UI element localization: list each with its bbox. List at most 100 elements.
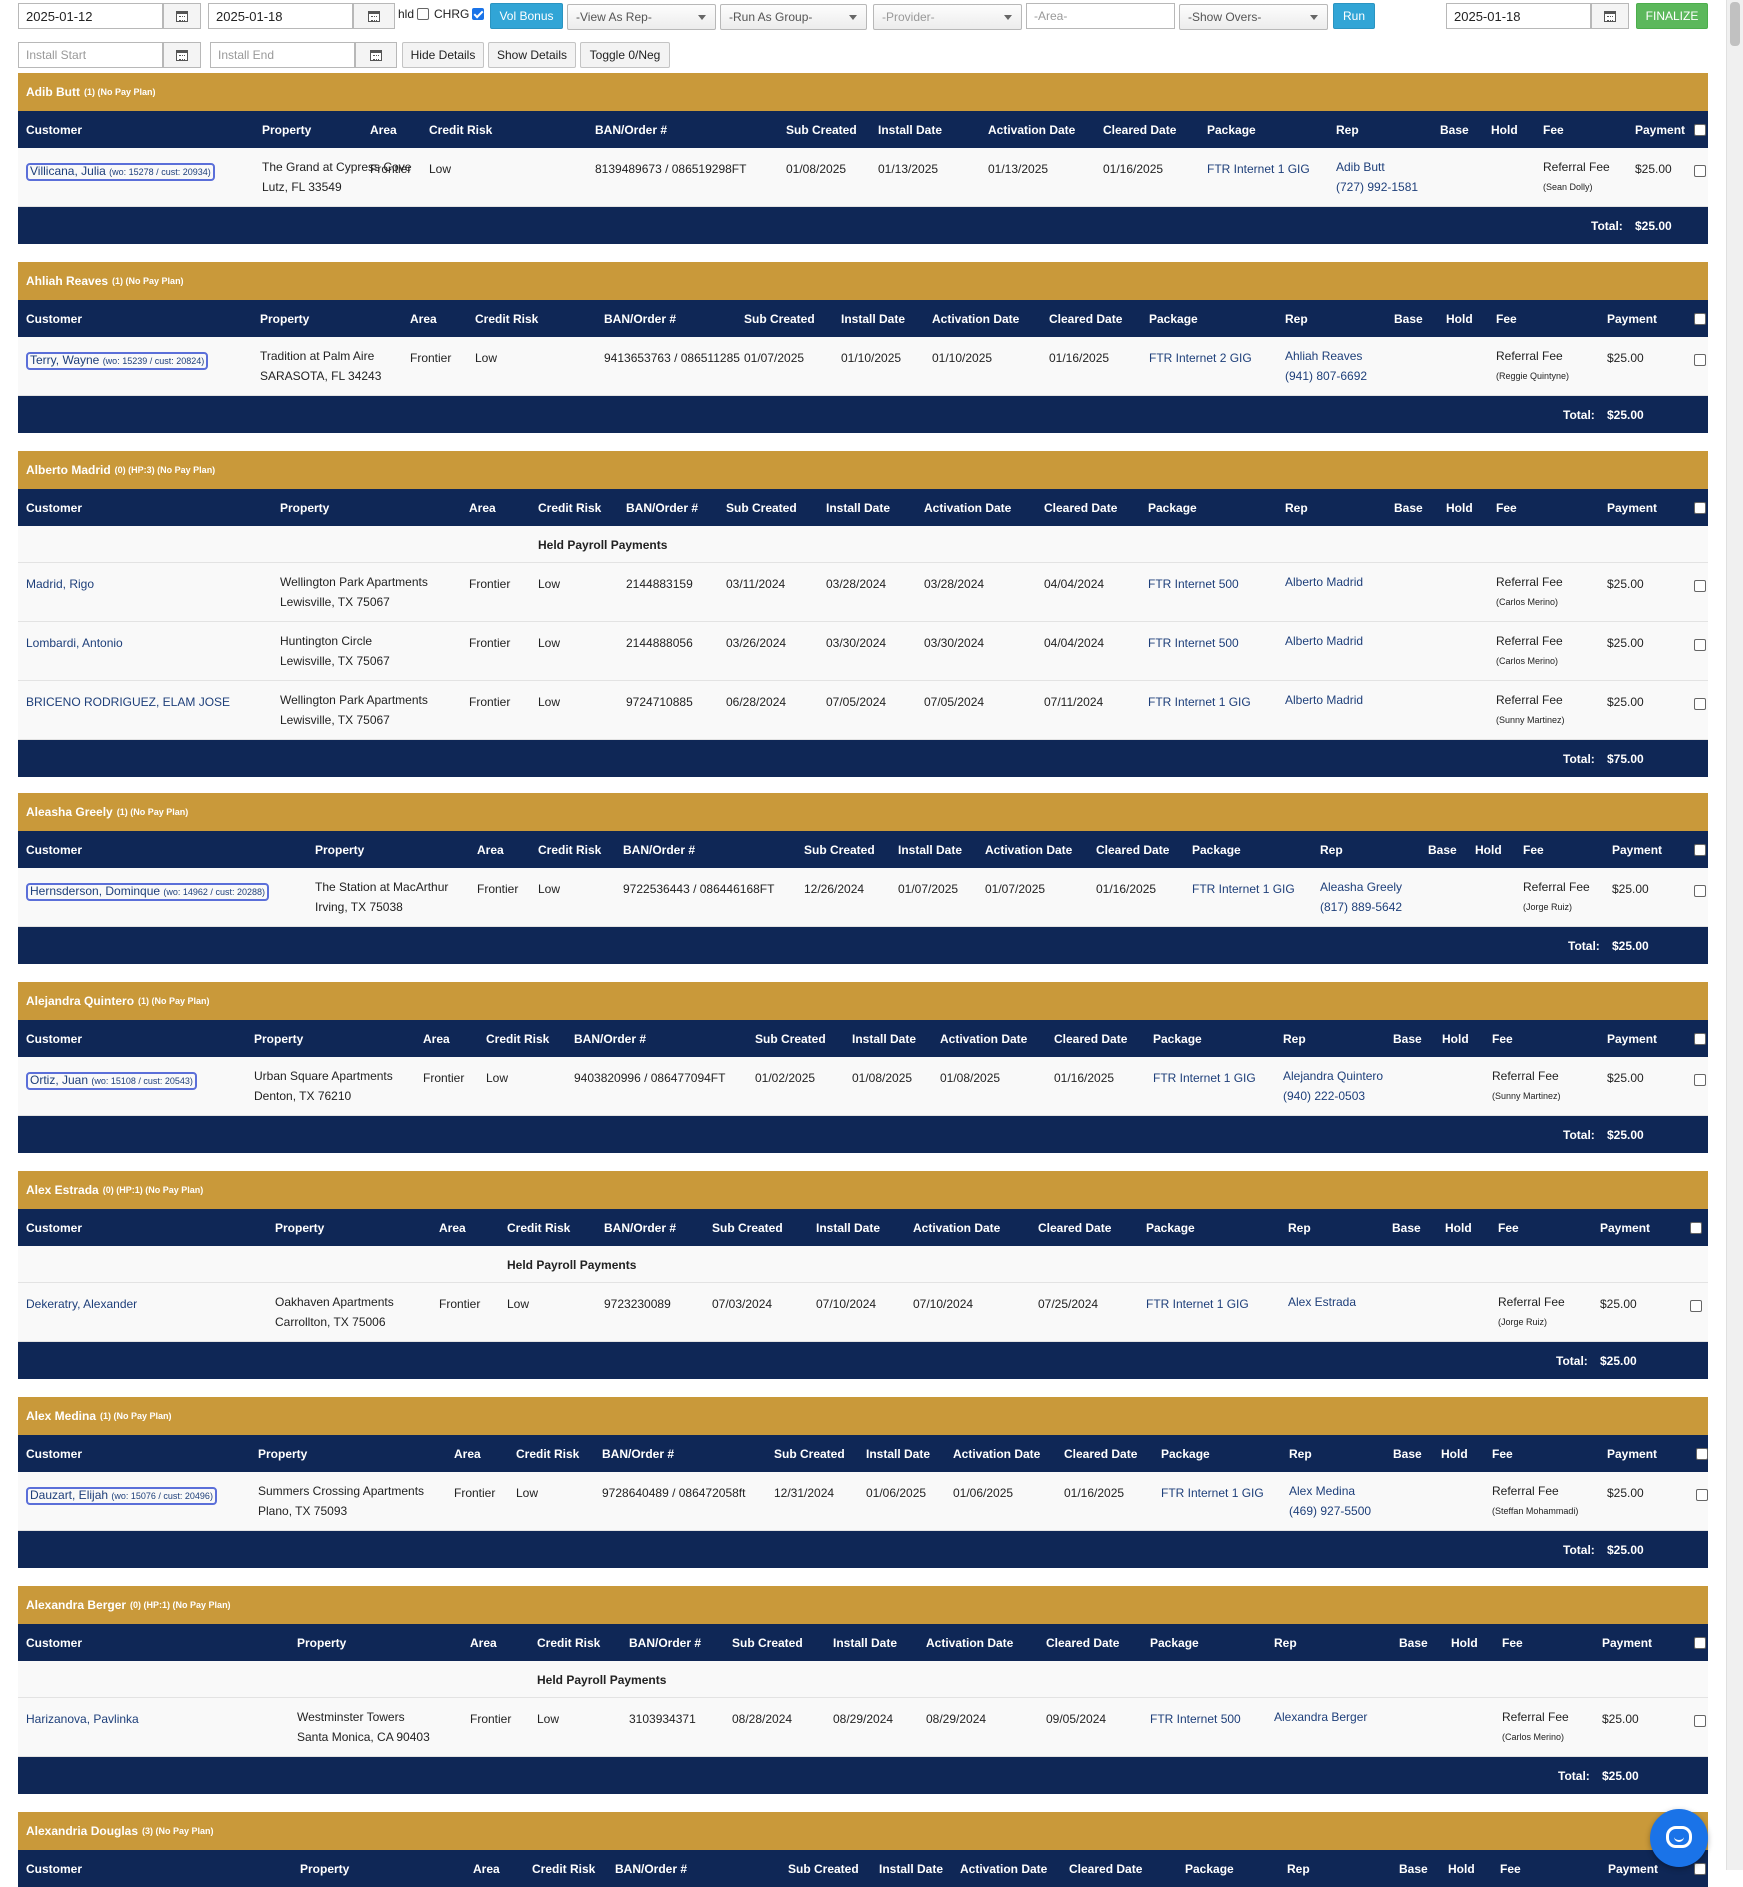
customer-cell[interactable]: Dauzart, Elijah (wo: 15076 / cust: 20496… [26,1485,217,1505]
work-order-ref: (wo: 15108 / cust: 20543) [91,1076,193,1086]
provider-select[interactable]: -Provider- [873,4,1022,30]
table-row: Dekeratry, Alexander Oakhaven Apartments C… [18,1283,1708,1342]
row-checkbox[interactable] [1694,1715,1706,1727]
customer-cell[interactable]: Lombardi, Antonio [26,633,123,653]
run-button[interactable]: Run [1333,3,1375,29]
customer-cell[interactable]: Harizanova, Pavlinka [26,1709,139,1729]
package-link[interactable]: FTR Internet 1 GIG [1207,159,1310,179]
row-checkbox[interactable] [1694,698,1706,710]
finalize-button[interactable]: FINALIZE [1636,3,1708,29]
install-start-input[interactable]: Install Start [18,42,163,68]
package-link[interactable]: FTR Internet 1 GIG [1146,1294,1249,1314]
ban-order-cell: 9728640489 / 086472058ft [602,1486,746,1500]
customer-link[interactable]: Terry, Wayne (wo: 15239 / cust: 20824) [26,352,209,370]
package-link[interactable]: FTR Internet 500 [1150,1709,1241,1729]
row-checkbox[interactable] [1694,580,1706,592]
rep-cell[interactable]: Alberto Madrid [1285,631,1363,651]
package-link[interactable]: FTR Internet 1 GIG [1192,879,1295,899]
rep-cell[interactable]: Alejandra Quintero (940) 222-0503 [1283,1066,1383,1106]
install-end-input[interactable]: Install End [210,42,355,68]
customer-cell[interactable]: Villicana, Julia (wo: 15278 / cust: 2093… [26,161,215,181]
package-link[interactable]: FTR Internet 1 GIG [1153,1068,1256,1088]
row-checkbox[interactable] [1696,1489,1708,1501]
package-link[interactable]: FTR Internet 1 GIG [1161,1483,1264,1503]
customer-cell[interactable]: Terry, Wayne (wo: 15239 / cust: 20824) [26,350,209,370]
package-link[interactable]: FTR Internet 2 GIG [1149,348,1252,368]
column-header-payment: Payment [1607,1032,1658,1046]
payment-cell: $25.00 [1607,1486,1644,1500]
ban-order-cell: 2144883159 [626,577,693,591]
chat-button[interactable] [1650,1809,1708,1867]
select-all-checkbox[interactable] [1694,124,1706,136]
customer-cell[interactable]: BRICENO RODRIGUEZ, ELAM JOSE [26,692,230,712]
select-all-checkbox[interactable] [1694,313,1706,325]
rep-cell[interactable]: Alex Medina (469) 927-5500 [1289,1481,1371,1521]
row-checkbox[interactable] [1694,354,1706,366]
install-start-calendar-button[interactable] [163,42,201,68]
row-checkbox[interactable] [1694,885,1706,897]
column-header-fee: Fee [1492,1447,1513,1461]
row-checkbox[interactable] [1694,165,1706,177]
payroll-group: Alexandra Berger (0) (HP:1) (No Pay Plan)… [18,1586,1708,1794]
area-input[interactable]: -Area- [1026,3,1175,29]
package-link[interactable]: FTR Internet 500 [1148,574,1239,594]
run-as-group-select[interactable]: -Run As Group- [720,4,867,30]
page-scrollbar[interactable] [1726,0,1743,1870]
column-header-cleared-date: Cleared Date [1046,1636,1120,1650]
column-header-install-date: Install Date [816,1221,881,1235]
row-checkbox[interactable] [1694,1074,1706,1086]
select-all-checkbox[interactable] [1694,1033,1706,1045]
customer-cell[interactable]: Ortiz, Juan (wo: 15108 / cust: 20543) [26,1070,197,1090]
date-end-calendar-button[interactable] [353,3,395,29]
customer-link[interactable]: Villicana, Julia (wo: 15278 / cust: 2093… [26,163,215,181]
total-label: Total: [1568,939,1600,953]
date-end-input[interactable]: 2025-01-18 [208,3,353,29]
vol-bonus-button[interactable]: Vol Bonus [490,3,563,29]
customer-cell[interactable]: Hernsderson, Dominque (wo: 14962 / cust:… [26,881,269,901]
rep-cell[interactable]: Alberto Madrid [1285,690,1363,710]
group-header: Adib Butt (1) (No Pay Plan) [18,73,1708,111]
select-all-checkbox[interactable] [1694,502,1706,514]
select-all-checkbox[interactable] [1694,1863,1706,1875]
select-all-checkbox[interactable] [1694,1637,1706,1649]
scrollbar-thumb[interactable] [1730,2,1740,46]
show-details-button[interactable]: Show Details [488,42,576,68]
rep-cell[interactable]: Adib Butt (727) 992-1581 [1336,157,1418,197]
toggle-neg-button[interactable]: Toggle 0/Neg [580,42,670,68]
customer-link[interactable]: Ortiz, Juan (wo: 15108 / cust: 20543) [26,1072,197,1090]
customer-link[interactable]: Hernsderson, Dominque (wo: 14962 / cust:… [26,883,269,901]
chrg-checkbox[interactable] [472,8,485,20]
table-header: Customer Property Area Credit Risk BAN/Order… [18,1850,1708,1887]
finalize-date-input[interactable]: 2025-01-18 [1446,3,1591,29]
column-header-install-date: Install Date [833,1636,898,1650]
column-header-fee: Fee [1492,1032,1513,1046]
row-checkbox[interactable] [1690,1300,1702,1312]
date-start-calendar-button[interactable] [163,3,201,29]
customer-cell[interactable]: Dekeratry, Alexander [26,1294,137,1314]
install-date-cell: 01/10/2025 [841,351,902,365]
rep-cell[interactable]: Ahliah Reaves (941) 807-6692 [1285,346,1367,386]
install-end-calendar-button[interactable] [355,42,397,68]
area-cell: Frontier [410,351,452,365]
finalize-date-calendar-button[interactable] [1591,3,1629,29]
package-link[interactable]: FTR Internet 1 GIG [1148,692,1251,712]
customer-link[interactable]: Dauzart, Elijah (wo: 15076 / cust: 20496… [26,1487,217,1505]
select-all-checkbox[interactable] [1694,844,1706,856]
select-all-checkbox[interactable] [1696,1448,1708,1460]
column-header-base: Base [1399,1862,1428,1876]
rep-cell[interactable]: Aleasha Greely (817) 889-5642 [1320,877,1402,917]
column-header-area: Area [477,843,504,857]
row-checkbox[interactable] [1694,639,1706,651]
package-link[interactable]: FTR Internet 500 [1148,633,1239,653]
rep-cell[interactable]: Alexandra Berger [1274,1707,1367,1727]
hide-details-button[interactable]: Hide Details [402,42,484,68]
view-as-rep-select[interactable]: -View As Rep- [567,4,716,30]
customer-cell[interactable]: Madrid, Rigo [26,574,94,594]
rep-cell[interactable]: Alex Estrada [1288,1292,1356,1312]
hld-checkbox[interactable] [417,8,430,20]
date-start-input[interactable]: 2025-01-12 [18,3,163,29]
show-overs-select[interactable]: -Show Overs- [1179,4,1328,30]
select-all-checkbox[interactable] [1690,1222,1702,1234]
column-header-hold: Hold [1475,843,1502,857]
rep-cell[interactable]: Alberto Madrid [1285,572,1363,592]
